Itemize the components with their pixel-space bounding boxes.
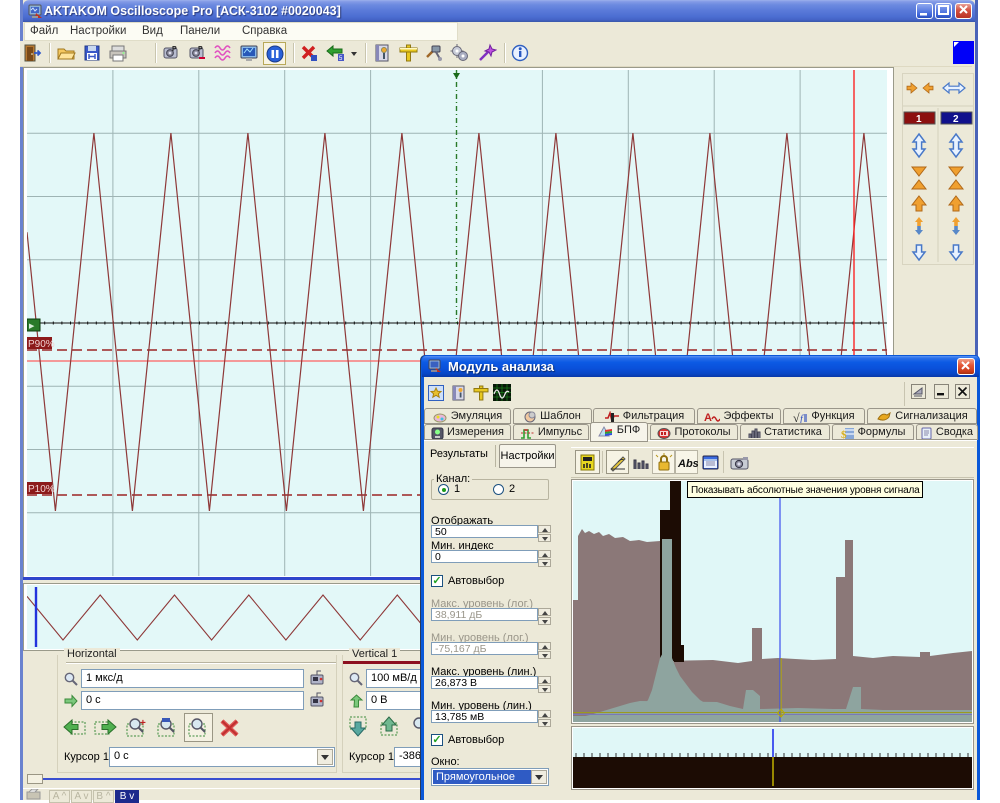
svg-text:+: + bbox=[140, 718, 146, 729]
svg-text:P10%: P10% bbox=[28, 484, 55, 495]
svg-text:$: $ bbox=[841, 429, 847, 440]
svg-text:▶: ▶ bbox=[29, 323, 35, 330]
svg-text:2: 2 bbox=[953, 114, 959, 125]
svg-text:P: P bbox=[198, 46, 203, 53]
svg-text:√: √ bbox=[793, 411, 800, 424]
svg-text:P: P bbox=[172, 46, 177, 53]
svg-text:P90%: P90% bbox=[28, 339, 55, 350]
svg-text:1: 1 bbox=[916, 114, 922, 125]
svg-text:f: f bbox=[800, 414, 804, 424]
svg-text:A: A bbox=[704, 412, 712, 423]
svg-text:Abs: Abs bbox=[677, 458, 698, 470]
